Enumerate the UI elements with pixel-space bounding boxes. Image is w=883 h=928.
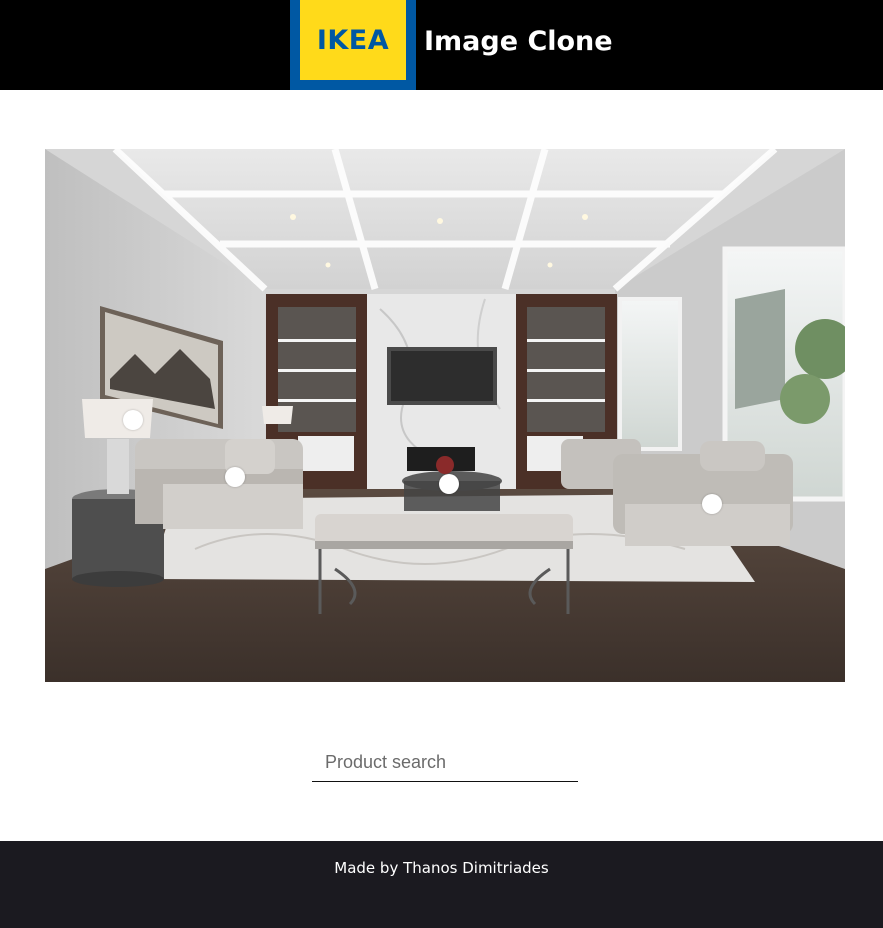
footer: Made by Thanos Dimitriades	[0, 841, 883, 928]
living-room-photo	[45, 149, 845, 682]
header-bar: IKEA Image Clone	[0, 0, 883, 90]
footer-credit: Made by Thanos Dimitriades	[334, 859, 549, 877]
product-search-input[interactable]	[312, 744, 578, 780]
ikea-logo[interactable]: IKEA	[290, 0, 416, 90]
hotspot-coffee-table[interactable]	[439, 474, 459, 494]
app-title: Image Clone	[424, 26, 613, 57]
hotspot-armchair[interactable]	[702, 494, 722, 514]
product-search	[312, 744, 578, 782]
logo-text: IKEA	[300, 0, 406, 80]
room-image	[45, 149, 845, 682]
hotspot-lamp[interactable]	[123, 410, 143, 430]
hotspot-sofa[interactable]	[225, 467, 245, 487]
